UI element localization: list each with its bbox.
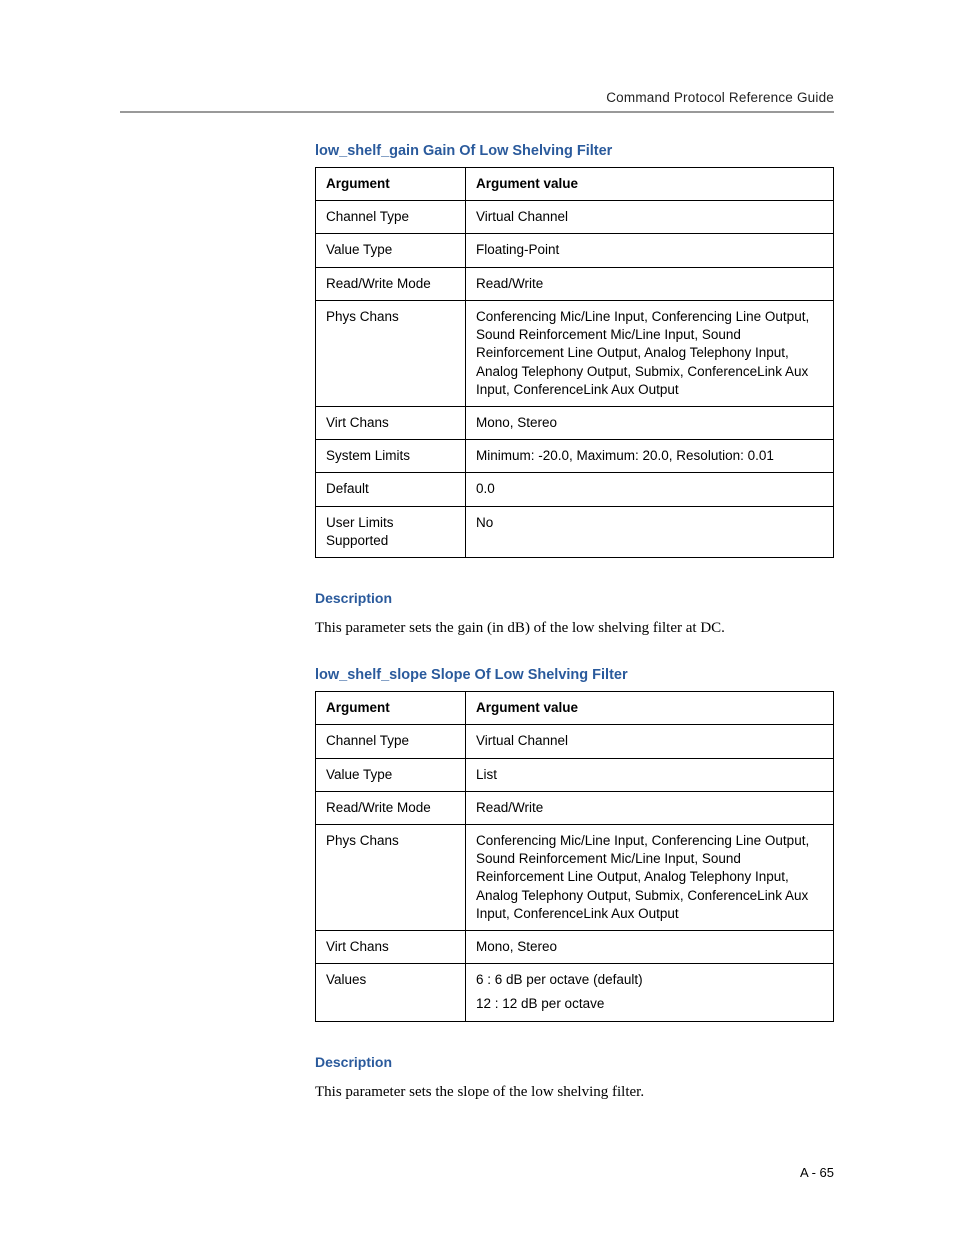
arg-cell: Read/Write Mode xyxy=(316,267,466,300)
table-row: System Limits Minimum: -20.0, Maximum: 2… xyxy=(316,440,834,473)
table-row: Read/Write Mode Read/Write xyxy=(316,791,834,824)
table-row: Values 6 : 6 dB per octave (default) 12 … xyxy=(316,964,834,1021)
val-cell: Mono, Stereo xyxy=(466,931,834,964)
val-cell: Virtual Channel xyxy=(466,201,834,234)
table-row: Virt Chans Mono, Stereo xyxy=(316,931,834,964)
table-row: Read/Write Mode Read/Write xyxy=(316,267,834,300)
arg-cell: Value Type xyxy=(316,758,466,791)
arg-cell: Channel Type xyxy=(316,201,466,234)
table-row: Virt Chans Mono, Stereo xyxy=(316,406,834,439)
val-cell: Conferencing Mic/Line Input, Conferencin… xyxy=(466,824,834,930)
header-rule xyxy=(120,111,834,113)
val-cell: Virtual Channel xyxy=(466,725,834,758)
val-cell: 6 : 6 dB per octave (default) 12 : 12 dB… xyxy=(466,964,834,1021)
table-low-shelf-slope: Argument Argument value Channel Type Vir… xyxy=(315,691,834,1022)
value-line: 6 : 6 dB per octave (default) xyxy=(476,971,823,989)
description-text: This parameter sets the gain (in dB) of … xyxy=(315,618,834,639)
th-argument: Argument xyxy=(316,168,466,201)
val-cell: List xyxy=(466,758,834,791)
th-argument-value: Argument value xyxy=(466,168,834,201)
section-heading-low-shelf-slope: low_shelf_slope Slope Of Low Shelving Fi… xyxy=(315,667,834,683)
arg-cell: Default xyxy=(316,473,466,506)
val-cell: 0.0 xyxy=(466,473,834,506)
description-heading: Description xyxy=(315,590,834,606)
value-line: 12 : 12 dB per octave xyxy=(476,995,823,1013)
arg-cell: Virt Chans xyxy=(316,406,466,439)
arg-cell: Virt Chans xyxy=(316,931,466,964)
arg-cell: Channel Type xyxy=(316,725,466,758)
arg-cell: System Limits xyxy=(316,440,466,473)
th-argument: Argument xyxy=(316,692,466,725)
table-row: Phys Chans Conferencing Mic/Line Input, … xyxy=(316,300,834,406)
page-number: A - 65 xyxy=(800,1165,834,1180)
arg-cell: Values xyxy=(316,964,466,1021)
arg-cell: Phys Chans xyxy=(316,300,466,406)
table-row: Channel Type Virtual Channel xyxy=(316,725,834,758)
arg-cell: Value Type xyxy=(316,234,466,267)
section-heading-low-shelf-gain: low_shelf_gain Gain Of Low Shelving Filt… xyxy=(315,143,834,159)
table-row: Default 0.0 xyxy=(316,473,834,506)
table-low-shelf-gain: Argument Argument value Channel Type Vir… xyxy=(315,167,834,558)
arg-cell: Phys Chans xyxy=(316,824,466,930)
val-cell: Minimum: -20.0, Maximum: 20.0, Resolutio… xyxy=(466,440,834,473)
doc-header-title: Command Protocol Reference Guide xyxy=(120,90,834,105)
arg-cell: Read/Write Mode xyxy=(316,791,466,824)
val-cell: Conferencing Mic/Line Input, Conferencin… xyxy=(466,300,834,406)
val-cell: Read/Write xyxy=(466,791,834,824)
table-row: Value Type Floating-Point xyxy=(316,234,834,267)
description-text: This parameter sets the slope of the low… xyxy=(315,1082,834,1103)
val-cell: Mono, Stereo xyxy=(466,406,834,439)
table-row: Phys Chans Conferencing Mic/Line Input, … xyxy=(316,824,834,930)
table-row: Channel Type Virtual Channel xyxy=(316,201,834,234)
val-cell: Floating-Point xyxy=(466,234,834,267)
val-cell: Read/Write xyxy=(466,267,834,300)
arg-cell: User Limits Supported xyxy=(316,506,466,557)
th-argument-value: Argument value xyxy=(466,692,834,725)
val-cell: No xyxy=(466,506,834,557)
table-row: User Limits Supported No xyxy=(316,506,834,557)
table-row: Value Type List xyxy=(316,758,834,791)
description-heading: Description xyxy=(315,1054,834,1070)
